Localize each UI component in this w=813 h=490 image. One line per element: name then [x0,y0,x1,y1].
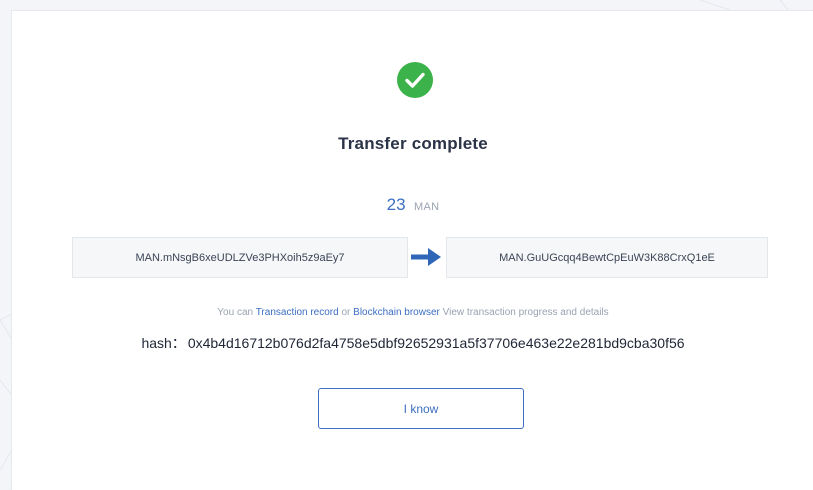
i-know-button[interactable]: I know [318,388,524,429]
blockchain-browser-link[interactable]: Blockchain browser [353,307,440,318]
transaction-hash: hash： 0x4b4d16712b076d2fa4758e5dbf9265293… [12,333,813,353]
transfer-complete-dialog: Transfer complete 23 MAN MAN.mNsgB6xeUDL… [11,10,813,490]
transaction-hint: You can Transaction record or Blockchain… [12,307,813,318]
check-circle-icon [397,62,433,98]
to-address-text: MAN.GuUGcqq4BewtCpEuW3K88CrxQ1eE [499,251,715,264]
to-address: MAN.GuUGcqq4BewtCpEuW3K88CrxQ1eE [446,237,768,278]
transaction-record-link[interactable]: Transaction record [256,307,339,318]
hint-or: or [341,307,351,318]
from-address: MAN.mNsgB6xeUDLZVe3PHXoih5z9aEy7 [72,237,408,278]
from-address-text: MAN.mNsgB6xeUDLZVe3PHXoih5z9aEy7 [135,251,345,264]
hint-prefix: You can [217,307,254,318]
amount-unit: MAN [414,201,440,213]
hash-label: hash： [141,335,186,351]
hash-value: 0x4b4d16712b076d2fa4758e5dbf92652931a5f3… [187,335,685,351]
amount-value: 23 [386,195,406,214]
dialog-title: Transfer complete [338,134,488,153]
arrow-right-icon [411,248,441,266]
transfer-amount: 23 MAN [12,195,813,215]
hint-suffix: View transaction progress and details [442,307,609,318]
